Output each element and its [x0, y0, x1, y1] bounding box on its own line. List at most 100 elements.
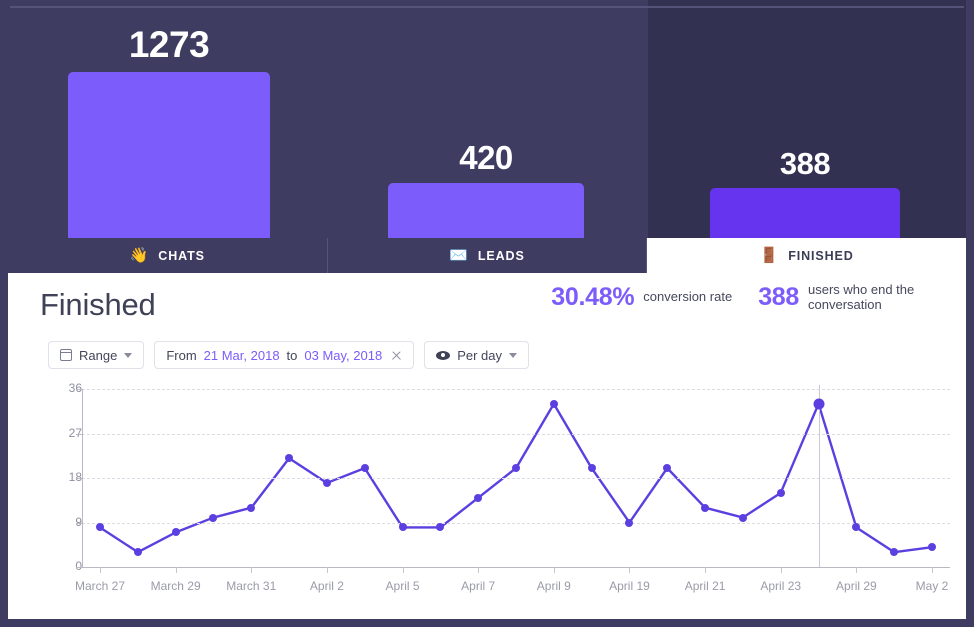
chevron-down-icon [124, 352, 133, 358]
chart-x-tick-mark [251, 567, 253, 573]
chart-point[interactable] [928, 543, 936, 552]
waving-hand-icon: 👋 [129, 247, 150, 264]
chart-x-tick-mark [629, 567, 631, 573]
chart-x-tick-label: April 5 [385, 579, 420, 593]
date-range-from-word: From [166, 347, 197, 363]
summary-bars-left-panel: 1273 420 [0, 0, 648, 240]
chart-x-tick-mark [780, 567, 782, 573]
chart-point[interactable] [171, 528, 180, 537]
chart-x-axis [82, 567, 950, 568]
right-gutter [966, 0, 974, 627]
summary-bar-leads[interactable]: 420 [388, 139, 584, 240]
chart-y-tick-label: 36 [68, 381, 82, 395]
chart-point[interactable] [285, 454, 294, 463]
chart-y-tick-mark [76, 567, 83, 568]
chart-y-tick-label: 0 [75, 559, 82, 573]
chart-y-tick-label: 9 [75, 514, 82, 529]
top-divider [10, 6, 964, 8]
chart-point[interactable] [701, 503, 710, 512]
chart-x-tick-label: April 19 [609, 579, 650, 593]
chart-gridline [82, 522, 950, 524]
chart-point[interactable] [209, 513, 218, 522]
dashboard-root: 1273 420 388 👋 CHATS ✉️ LEADS 🚪 FINISHED… [0, 0, 974, 627]
chart-point[interactable] [96, 523, 104, 532]
chart-point[interactable] [738, 513, 747, 522]
chart-x-tick-mark [326, 567, 328, 573]
date-range-start[interactable]: 21 Mar, 2018 [204, 348, 280, 363]
range-dropdown-label: Range [79, 347, 118, 363]
chart-y-tick-mark [76, 522, 83, 524]
chart-point[interactable] [549, 399, 558, 408]
tab-bar: 👋 CHATS ✉️ LEADS 🚪 FINISHED [8, 238, 967, 273]
chart-x-tick-label: April 2 [309, 579, 344, 593]
kpi-conversion-rate-label: conversion rate [643, 289, 733, 305]
chart-point-highlighted[interactable] [813, 398, 825, 410]
chevron-down-icon [509, 352, 518, 358]
door-icon: 🚪 [759, 247, 780, 264]
summary-bar-chats[interactable]: 1273 [68, 24, 270, 240]
chart-y-tick-label: 18 [68, 470, 82, 484]
summary-bar-chats-value: 1273 [128, 24, 210, 65]
summary-bars-panel: 1273 420 388 [0, 0, 974, 240]
chart-x-tick-mark [402, 567, 404, 573]
chart-x-tick-label: April 9 [536, 579, 571, 593]
envelope-icon: ✉️ [449, 247, 469, 264]
kpi-group: 30.48% conversion rate 388 users who end… [551, 282, 940, 313]
tab-finished[interactable]: 🚪 FINISHED [647, 238, 967, 273]
chart-point[interactable] [474, 493, 483, 502]
kpi-conversion-rate-value: 30.48% [551, 283, 635, 311]
chart-point[interactable] [398, 523, 407, 532]
clear-date-range-icon[interactable] [391, 350, 402, 361]
chart-x-tick-mark [478, 567, 480, 573]
summary-bar-leads-value: 420 [459, 139, 513, 176]
chart-x-tick-mark [856, 567, 858, 573]
chart-point[interactable] [852, 523, 861, 532]
summary-bar-finished-value: 388 [779, 146, 831, 181]
chart-point[interactable] [436, 523, 445, 532]
chart-point[interactable] [625, 518, 634, 527]
date-range-chip[interactable]: From 21 Mar, 2018 to 03 May, 2018 [154, 341, 415, 369]
chart-point[interactable] [776, 488, 785, 497]
chart-point[interactable] [360, 464, 369, 473]
range-dropdown[interactable]: Range [48, 341, 145, 369]
kpi-users-ended-label: users who end the conversation [808, 282, 915, 312]
kpi-users-ended-value: 388 [758, 283, 799, 312]
kpi-users-ended: 388 users who end the conversation [758, 282, 940, 313]
chart-point[interactable] [133, 548, 142, 557]
chart-y-tick-label: 27 [68, 425, 82, 440]
chart-x-tick-label: April 21 [684, 579, 726, 593]
chart-gridline [82, 433, 950, 435]
summary-bar-finished[interactable]: 388 [710, 146, 900, 240]
chart-point[interactable] [587, 464, 596, 473]
tab-leads-label: LEADS [477, 248, 525, 263]
tab-leads[interactable]: ✉️ LEADS [327, 238, 648, 273]
tab-chats[interactable]: 👋 CHATS [8, 238, 328, 273]
granularity-dropdown[interactable]: Per day [424, 341, 530, 369]
chart-x-tick-mark [932, 567, 933, 573]
content-card: Finished 30.48% conversion rate 388 user… [8, 273, 966, 619]
chart-x-tick-mark [175, 567, 177, 573]
chart-point[interactable] [890, 548, 899, 557]
summary-bars-right-panel: 388 [648, 0, 974, 240]
date-range-end[interactable]: 03 May, 2018 [304, 348, 382, 363]
chart-gridline [82, 478, 950, 479]
finished-line-chart[interactable]: 0 9 18 27 36 March 27 March 29 March 31 April 2 A… [8, 381, 966, 619]
kpi-conversion-rate: 30.48% conversion rate [551, 283, 732, 312]
chart-x-tick-label: April 23 [760, 579, 802, 593]
chart-point[interactable] [247, 503, 256, 512]
chart-x-tick-label: March 27 [74, 579, 126, 593]
chart-y-tick-mark [76, 389, 83, 390]
chart-point[interactable] [322, 478, 331, 487]
tab-chats-label: CHATS [158, 248, 205, 263]
eye-icon [436, 350, 451, 360]
chart-point[interactable] [512, 464, 520, 473]
granularity-dropdown-label: Per day [457, 347, 503, 363]
calendar-icon [59, 349, 73, 361]
summary-bar-leads-rect [388, 183, 584, 240]
chart-point[interactable] [663, 464, 672, 473]
filter-bar: Range From 21 Mar, 2018 to 03 May, 2018 … [48, 341, 530, 369]
chart-x-tick-mark [705, 567, 707, 573]
chart-gridline [82, 389, 950, 390]
chart-y-tick-mark [76, 478, 83, 479]
chart-x-tick-label: April 29 [836, 579, 877, 593]
